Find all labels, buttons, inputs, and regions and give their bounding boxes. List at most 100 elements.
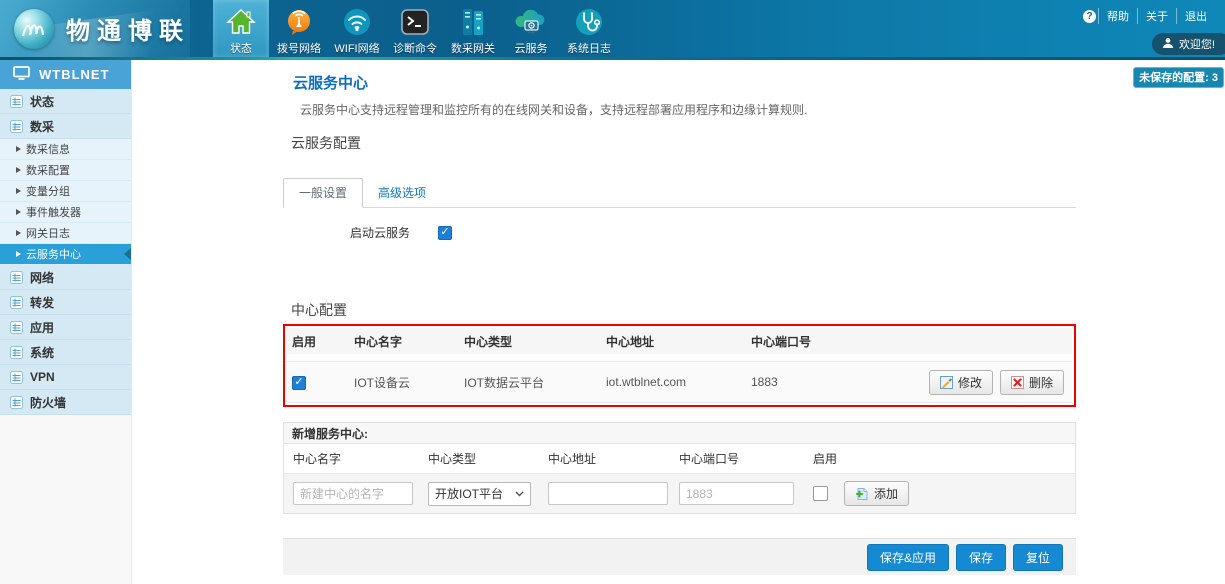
add-enable-checkbox[interactable] — [813, 486, 828, 501]
grid-icon — [10, 396, 23, 409]
sidebar-item-label: VPN — [30, 370, 55, 384]
welcome-user-pill[interactable]: 欢迎您! — [1152, 33, 1225, 55]
center-address-input[interactable] — [548, 482, 668, 505]
grid-icon — [10, 120, 23, 133]
sidebar-sub-label: 事件触发器 — [26, 204, 81, 220]
stethoscope-icon — [574, 6, 604, 38]
nav-diagnostic[interactable]: 诊断命令 — [387, 0, 443, 57]
row-actions: 修改 删除 — [924, 370, 1072, 395]
sidebar: WTBLNET 状态 数采 数采信息 数采配置 变量分组 事件触发器 网关日志 … — [0, 60, 132, 584]
chevron-down-icon — [515, 491, 524, 497]
help-link[interactable]: 帮助 — [1098, 8, 1137, 24]
sidebar-sub-label: 数采配置 — [26, 162, 70, 178]
logout-link[interactable]: 退出 — [1176, 8, 1215, 24]
sidebar-item-forward[interactable]: 转发 — [0, 290, 131, 315]
welcome-text: 欢迎您! — [1179, 36, 1215, 52]
label-enable: 启用 — [804, 450, 1075, 467]
sidebar-item-application[interactable]: 应用 — [0, 315, 131, 340]
edit-pencil-icon — [940, 376, 953, 389]
home-icon — [226, 6, 256, 38]
reset-button[interactable]: 复位 — [1013, 544, 1063, 571]
sidebar-item-label: 转发 — [30, 294, 54, 311]
sidebar-item-daq[interactable]: 数采 — [0, 114, 131, 139]
delete-x-icon — [1011, 376, 1024, 389]
save-button[interactable]: 保存 — [956, 544, 1006, 571]
center-config-heading: 中心配置 — [291, 302, 1076, 318]
nav-cloud-service[interactable]: 云服务 — [503, 0, 559, 57]
sidebar-sub-label: 变量分组 — [26, 183, 70, 199]
grid-icon — [10, 346, 23, 359]
sidebar-sub-variable-group[interactable]: 变量分组 — [0, 181, 131, 202]
gateway-icon — [459, 6, 487, 38]
header-links: ? 帮助 关于 退出 — [1083, 8, 1215, 24]
cell-center-port: 1883 — [746, 375, 924, 389]
center-type-value: 开放IOT平台 — [435, 485, 503, 502]
center-table-header: 启用 中心名字 中心类型 中心地址 中心端口号 — [287, 328, 1072, 354]
sidebar-sub-event-trigger[interactable]: 事件触发器 — [0, 202, 131, 223]
label-center-type: 中心类型 — [419, 450, 539, 467]
unsaved-config-badge: 未保存的配置: 3 — [1133, 67, 1224, 88]
add-center-inputs: 开放IOT平台 添加 — [284, 473, 1075, 513]
nav-system-log[interactable]: 系统日志 — [561, 0, 617, 57]
sidebar-item-system[interactable]: 系统 — [0, 340, 131, 365]
brand-name: 物通博联 — [66, 11, 190, 46]
nav-daq-gateway[interactable]: 数采网关 — [445, 0, 501, 57]
save-apply-button[interactable]: 保存&应用 — [867, 544, 949, 571]
dial-network-icon — [285, 6, 313, 38]
grid-icon — [10, 271, 23, 284]
edit-button[interactable]: 修改 — [929, 370, 993, 395]
enable-cloud-row: 启动云服务 ✓ — [283, 224, 1076, 241]
col-type: 中心类型 — [459, 333, 601, 350]
center-config-highlight: 启用 中心名字 中心类型 中心地址 中心端口号 ✓ IOT设备云 IOT数据云平… — [283, 324, 1076, 407]
center-name-input[interactable] — [293, 482, 413, 505]
cloud-config-tabs: 一般设置 高级选项 — [283, 182, 1076, 208]
caret-right-icon — [16, 251, 21, 257]
sidebar-sub-label: 云服务中心 — [26, 246, 81, 262]
add-center-heading: 新增服务中心: — [284, 423, 1075, 444]
enable-cloud-label: 启动云服务 — [350, 224, 410, 241]
col-name: 中心名字 — [349, 333, 459, 350]
nav-dial-network[interactable]: 拨号网络 — [271, 0, 327, 57]
nav-wifi-network[interactable]: WIFI网络 — [329, 0, 385, 57]
nav-status-label: 状态 — [230, 40, 252, 56]
label-center-address: 中心地址 — [539, 450, 670, 467]
grid-icon — [10, 296, 23, 309]
tab-advanced-options[interactable]: 高级选项 — [363, 179, 441, 207]
center-port-input[interactable] — [679, 482, 794, 505]
sidebar-item-firewall[interactable]: 防火墙 — [0, 390, 131, 415]
sidebar-item-label: 系统 — [30, 344, 54, 361]
row-enable-checkbox[interactable]: ✓ — [292, 376, 306, 390]
page-description: 云服务中心支持远程管理和监控所有的在线网关和设备，支持远程部署应用程序和边缘计算… — [300, 103, 1076, 117]
sidebar-device-name: WTBLNET — [39, 67, 110, 82]
sidebar-item-status[interactable]: 状态 — [0, 89, 131, 114]
sidebar-sub-gateway-log[interactable]: 网关日志 — [0, 223, 131, 244]
nav-status[interactable]: 状态 — [213, 0, 269, 57]
grid-icon — [10, 321, 23, 334]
sidebar-sub-label: 网关日志 — [26, 225, 70, 241]
tab-general-settings[interactable]: 一般设置 — [283, 178, 363, 208]
sidebar-sub-cloud-center[interactable]: 云服务中心 — [0, 244, 131, 265]
sidebar-sub-daq-info[interactable]: 数采信息 — [0, 139, 131, 160]
col-enable: 启用 — [287, 333, 349, 350]
terminal-icon — [401, 6, 429, 38]
nav-dial-label: 拨号网络 — [277, 40, 321, 56]
add-button[interactable]: 添加 — [844, 481, 909, 506]
grid-icon — [10, 371, 23, 384]
col-address: 中心地址 — [601, 333, 746, 350]
sidebar-item-vpn[interactable]: VPN — [0, 365, 131, 390]
sidebar-sub-daq-config[interactable]: 数采配置 — [0, 160, 131, 181]
main-content: 未保存的配置: 3 云服务中心 云服务中心支持远程管理和监控所有的在线网关和设备… — [132, 60, 1225, 584]
enable-cloud-checkbox[interactable]: ✓ — [438, 226, 452, 240]
sidebar-item-label: 应用 — [30, 319, 54, 336]
table-row: ✓ IOT设备云 IOT数据云平台 iot.wtblnet.com 1883 修… — [287, 361, 1072, 403]
delete-button[interactable]: 删除 — [1000, 370, 1064, 395]
about-link[interactable]: 关于 — [1137, 8, 1176, 24]
help-icon: ? — [1083, 10, 1096, 23]
caret-right-icon — [16, 146, 21, 152]
sidebar-item-label: 状态 — [30, 93, 54, 110]
sidebar-item-network[interactable]: 网络 — [0, 265, 131, 290]
grid-icon — [10, 95, 23, 108]
page-title: 云服务中心 — [293, 75, 1076, 93]
footer-actions: 保存&应用 保存 复位 — [283, 538, 1076, 575]
center-type-select[interactable]: 开放IOT平台 — [428, 482, 531, 506]
